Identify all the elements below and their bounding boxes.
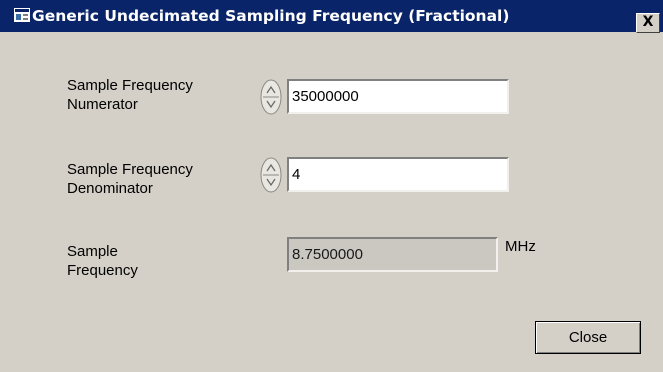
frequency-unit: MHz bbox=[505, 238, 536, 255]
numerator-label-line1: Sample Frequency bbox=[67, 77, 193, 94]
denominator-label-line1: Sample Frequency bbox=[67, 161, 193, 178]
title-close-button[interactable]: X bbox=[636, 13, 660, 33]
dialog-window: Generic Undecimated Sampling Frequency (… bbox=[0, 0, 663, 372]
numerator-spinner-icon[interactable] bbox=[260, 79, 282, 115]
close-button[interactable]: Close bbox=[535, 321, 641, 354]
sample-frequency-output: 8.7500000 bbox=[287, 237, 498, 272]
window-title: Generic Undecimated Sampling Frequency (… bbox=[32, 7, 510, 25]
denominator-input[interactable]: 4 bbox=[287, 157, 509, 192]
denominator-spinner-icon[interactable] bbox=[260, 157, 282, 193]
window-app-icon bbox=[14, 8, 30, 22]
frequency-label-line1: Sample bbox=[67, 243, 118, 260]
numerator-input[interactable]: 35000000 bbox=[287, 79, 509, 114]
title-bar[interactable]: Generic Undecimated Sampling Frequency (… bbox=[0, 0, 663, 32]
denominator-label-line2: Denominator bbox=[67, 180, 153, 197]
frequency-label-line2: Frequency bbox=[67, 262, 138, 279]
numerator-label-line2: Numerator bbox=[67, 96, 138, 113]
